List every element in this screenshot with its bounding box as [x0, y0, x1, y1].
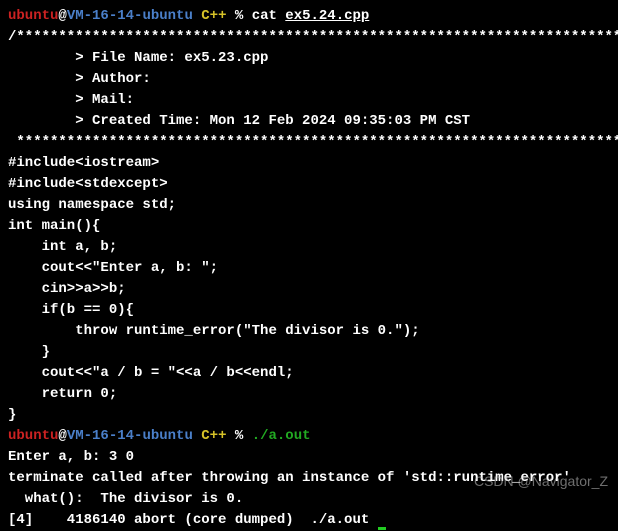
brace-close-if: }: [8, 342, 610, 363]
cursor-icon: [378, 527, 386, 530]
mail-line: > Mail:: [8, 90, 610, 111]
if-check: if(b == 0){: [8, 300, 610, 321]
cin-read: cin>>a>>b;: [8, 279, 610, 300]
file-name-line: > File Name: ex5.23.cpp: [8, 48, 610, 69]
hostname: VM-16-14-ubuntu: [67, 8, 193, 24]
output-enter: Enter a, b: 3 0: [8, 447, 610, 468]
cout-result: cout<<"a / b = "<<a / b<<endl;: [8, 363, 610, 384]
prompt-symbol: %: [235, 428, 252, 444]
watermark: CSDN @Navigator_Z: [474, 471, 608, 492]
cwd: C++: [193, 428, 235, 444]
output-what: what(): The divisor is 0.: [8, 489, 610, 510]
comment-open: /***************************************…: [8, 27, 610, 48]
output-abort: [4] 4186140 abort (core dumped) ./a.out: [8, 510, 610, 531]
at-sign: @: [58, 8, 66, 24]
prompt-line-2[interactable]: ubuntu@VM-16-14-ubuntu C++ % ./a.out: [8, 426, 610, 447]
return: return 0;: [8, 384, 610, 405]
comment-close: ****************************************…: [8, 132, 610, 153]
cout-prompt: cout<<"Enter a, b: ";: [8, 258, 610, 279]
command-cat: cat: [252, 8, 286, 24]
prompt-symbol: %: [235, 8, 252, 24]
include-iostream: #include<iostream>: [8, 153, 610, 174]
command-exec: ./a.out: [252, 428, 311, 444]
user: ubuntu: [8, 428, 58, 444]
command-arg: ex5.24.cpp: [285, 8, 369, 24]
main-decl: int main(){: [8, 216, 610, 237]
using-namespace: using namespace std;: [8, 195, 610, 216]
created-line: > Created Time: Mon 12 Feb 2024 09:35:03…: [8, 111, 610, 132]
at-sign: @: [58, 428, 66, 444]
var-decl: int a, b;: [8, 237, 610, 258]
hostname: VM-16-14-ubuntu: [67, 428, 193, 444]
cwd: C++: [193, 8, 235, 24]
include-stdexcept: #include<stdexcept>: [8, 174, 610, 195]
prompt-line-1[interactable]: ubuntu@VM-16-14-ubuntu C++ % cat ex5.24.…: [8, 6, 610, 27]
throw-error: throw runtime_error("The divisor is 0.")…: [8, 321, 610, 342]
author-line: > Author:: [8, 69, 610, 90]
user: ubuntu: [8, 8, 58, 24]
brace-close-main: }: [8, 405, 610, 426]
